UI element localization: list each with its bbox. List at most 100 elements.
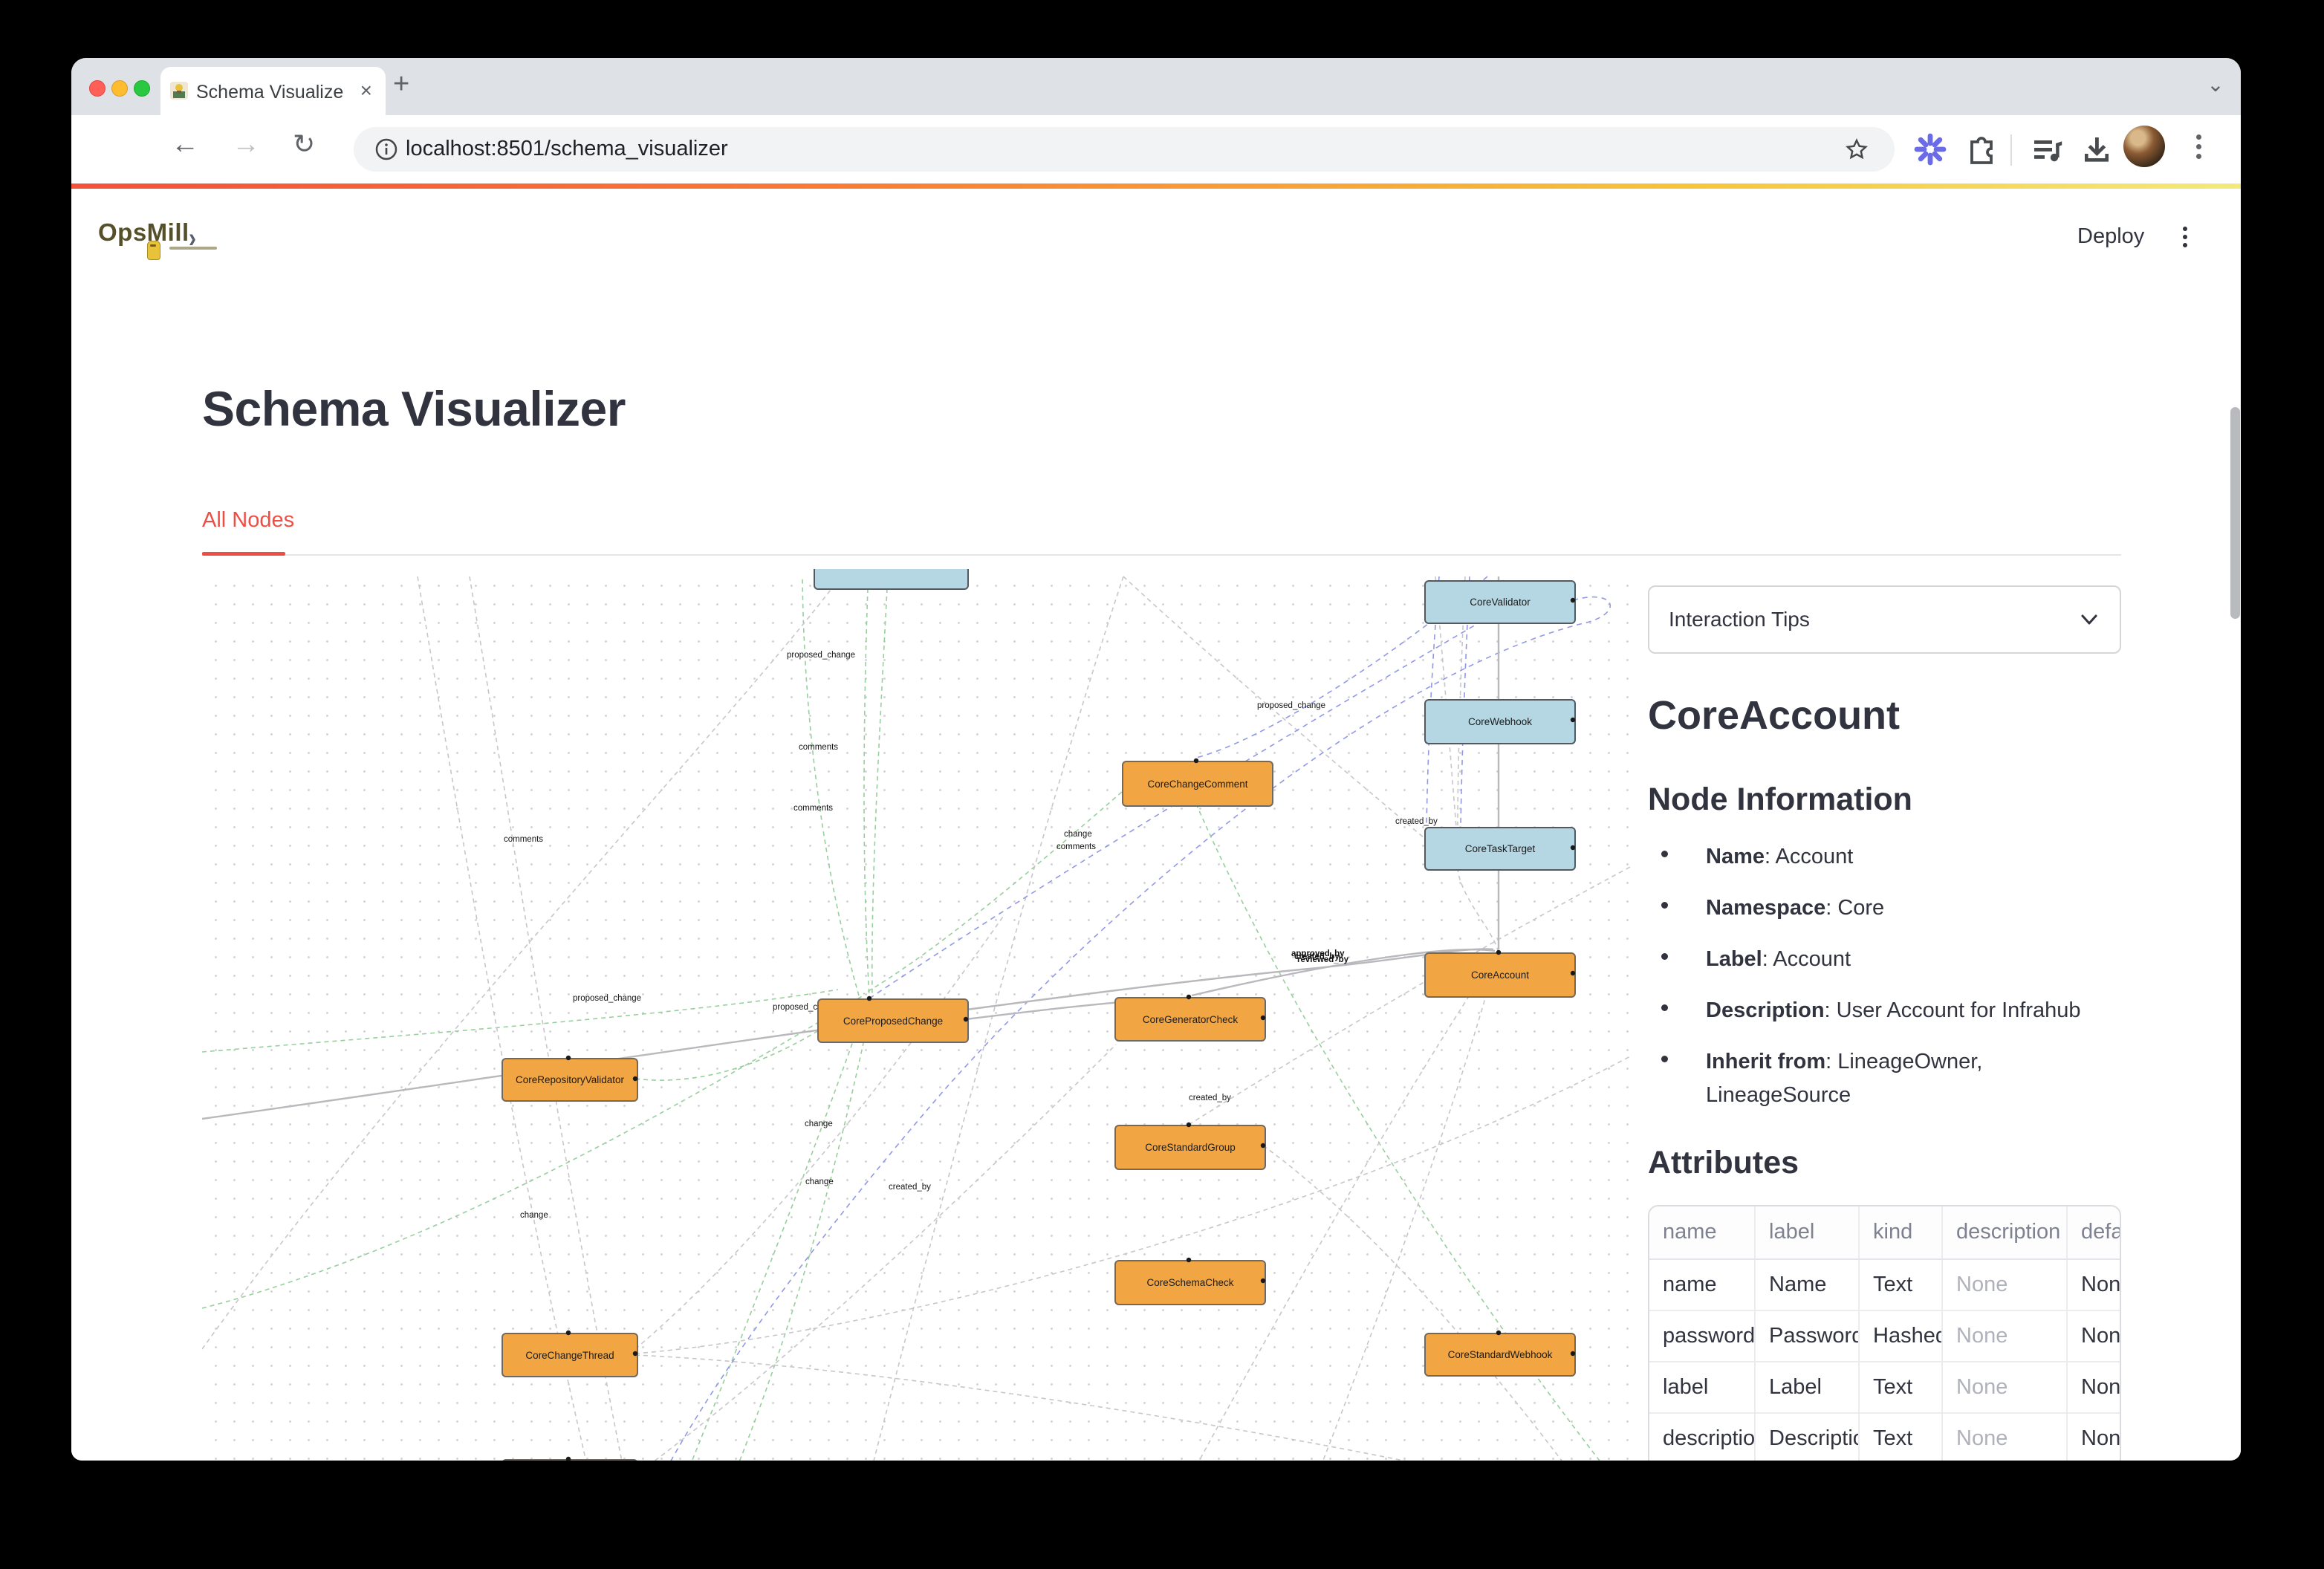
- edge-label-overlapping: reviewed_by: [1297, 955, 1348, 964]
- zoom-window-button[interactable]: [134, 80, 150, 97]
- tab-title: Schema Visualizer: [196, 82, 345, 103]
- graph-node-CoreGeneratorCheck[interactable]: CoreGeneratorCheck: [1114, 997, 1266, 1042]
- graph-node-CoreStandardWebhook[interactable]: CoreStandardWebhook: [1424, 1333, 1576, 1377]
- opsmill-mascot-icon: [147, 241, 160, 260]
- attr-cell-description[interactable]: None: [1942, 1413, 2067, 1461]
- browser-menu-kebab-icon[interactable]: [2195, 130, 2202, 169]
- graph-node-CoreStandardGroup[interactable]: CoreStandardGroup: [1114, 1125, 1266, 1170]
- attr-cell-label[interactable]: Name: [1755, 1259, 1859, 1310]
- graph-node-CoreWebhook[interactable]: CoreWebhook: [1424, 699, 1576, 744]
- extensions-puzzle-icon[interactable]: [1964, 131, 2000, 171]
- page-title: Schema Visualizer: [202, 380, 626, 437]
- opsmill-logo-text: OpsMill: [98, 218, 189, 246]
- graph-node-CoreChangeThread[interactable]: CoreChangeThread: [502, 1333, 638, 1377]
- download-icon[interactable]: [2079, 131, 2114, 171]
- url-text: localhost:8501/schema_visualizer: [406, 137, 728, 161]
- node-info-item: Label: Account: [1648, 943, 2121, 976]
- graph-node-CoreValidator[interactable]: CoreValidator: [1424, 580, 1576, 624]
- back-button[interactable]: ←: [171, 129, 199, 160]
- attr-cell-description[interactable]: None: [1942, 1259, 2067, 1310]
- attr-cell-default_value[interactable]: None: [2067, 1259, 2121, 1310]
- edge-label: comments: [504, 835, 543, 844]
- url-bar[interactable]: localhost:8501/schema_visualizer: [354, 127, 1895, 172]
- graph-node-partial[interactable]: [814, 569, 969, 590]
- node-information-list: Name: AccountNamespace: CoreLabel: Accou…: [1648, 840, 2121, 1112]
- graph-node-CoreAccount[interactable]: CoreAccount: [1424, 952, 1576, 998]
- graph-node-CoreChangeComment[interactable]: CoreChangeComment: [1122, 761, 1273, 807]
- graph-node-CoreRepositoryValidator[interactable]: CoreRepositoryValidator: [502, 1058, 638, 1102]
- extension-sparkle-icon[interactable]: [1912, 131, 1948, 171]
- bookmark-star-icon[interactable]: [1844, 137, 1869, 166]
- playlist-icon[interactable]: [2030, 131, 2065, 171]
- attr-cell-kind[interactable]: Text: [1859, 1413, 1942, 1461]
- chevron-down-icon: [2078, 611, 2100, 628]
- edge-label: change: [1064, 830, 1092, 839]
- attr-cell-default_value[interactable]: None: [2067, 1310, 2121, 1362]
- table-row: passwordPasswordHashedNoneNone: [1649, 1310, 2121, 1362]
- edge-label: change: [805, 1120, 833, 1128]
- tab-search-chevron-icon[interactable]: ⌄: [2201, 70, 2230, 100]
- attr-cell-label[interactable]: Description: [1755, 1413, 1859, 1461]
- edge-label: proposed_change: [1257, 701, 1325, 710]
- tabs-divider: [202, 554, 2121, 556]
- graph-node-CoreObjectThread[interactable]: CoreObjectThread: [502, 1459, 638, 1461]
- attr-column-header-default_value: default_value: [2067, 1206, 2121, 1259]
- browser-tab-strip: Schema Visualizer × + ⌄: [71, 58, 2241, 115]
- deploy-button[interactable]: Deploy: [2077, 224, 2144, 249]
- attr-cell-kind[interactable]: Hashed: [1859, 1310, 1942, 1362]
- reload-button[interactable]: ↻: [293, 129, 315, 160]
- profile-avatar[interactable]: [2123, 126, 2165, 167]
- attributes-table-container[interactable]: namelabelkinddescriptiondefault_value na…: [1648, 1205, 2121, 1461]
- attr-cell-name[interactable]: password: [1649, 1310, 1755, 1362]
- attr-cell-name[interactable]: label: [1649, 1362, 1755, 1413]
- edge-label: proposed_change: [787, 651, 855, 660]
- edge-label: comments: [799, 743, 838, 752]
- attr-cell-default_value[interactable]: None: [2067, 1413, 2121, 1461]
- table-row: nameNameTextNoneNone: [1649, 1259, 2121, 1310]
- edge-label: change: [520, 1211, 548, 1220]
- attr-cell-name[interactable]: description: [1649, 1413, 1755, 1461]
- browser-window: Schema Visualizer × + ⌄ ← → ↻ localhost:…: [71, 58, 2241, 1461]
- attr-cell-name[interactable]: name: [1649, 1259, 1755, 1310]
- edge-label: created_by: [1189, 1094, 1231, 1102]
- node-info-item: Inherit from: LineageOwner, LineageSourc…: [1648, 1045, 2121, 1112]
- browser-tab[interactable]: Schema Visualizer ×: [160, 67, 386, 115]
- schema-graph-canvas[interactable]: proposed_change comments comments comments c…: [202, 569, 1632, 1461]
- close-window-button[interactable]: [89, 80, 106, 97]
- attr-cell-description[interactable]: None: [1942, 1362, 2067, 1413]
- node-info-item: Namespace: Core: [1648, 891, 2121, 925]
- sidebar-expand-chevron-icon[interactable]: ›: [189, 223, 196, 255]
- graph-node-CoreTaskTarget[interactable]: CoreTaskTarget: [1424, 827, 1576, 871]
- interaction-tips-expander[interactable]: Interaction Tips: [1648, 585, 2121, 654]
- attr-column-header-label: label: [1755, 1206, 1859, 1259]
- screenshot-root: Schema Visualizer × + ⌄ ← → ↻ localhost:…: [0, 0, 2324, 1569]
- attr-cell-kind[interactable]: Text: [1859, 1362, 1942, 1413]
- page-scrollbar-thumb[interactable]: [2230, 407, 2240, 619]
- node-title: CoreAccount: [1648, 692, 2121, 738]
- browser-toolbar: ← → ↻ localhost:8501/schema_visualizer: [71, 115, 2241, 183]
- opsmill-logo: OpsMill: [98, 218, 224, 260]
- attr-cell-description[interactable]: None: [1942, 1310, 2067, 1362]
- tab-all-nodes[interactable]: All Nodes: [202, 508, 294, 533]
- attr-column-header-description: description: [1942, 1206, 2067, 1259]
- minimize-window-button[interactable]: [111, 80, 128, 97]
- tab-close-icon[interactable]: ×: [360, 79, 372, 103]
- attr-cell-kind[interactable]: Text: [1859, 1259, 1942, 1310]
- favicon: [170, 82, 188, 100]
- toolbar-separator: [2010, 134, 2012, 166]
- attr-column-header-kind: kind: [1859, 1206, 1942, 1259]
- details-panel: Interaction Tips CoreAccount Node Inform…: [1648, 569, 2121, 1461]
- attr-cell-label[interactable]: Password: [1755, 1310, 1859, 1362]
- edge-label: comments: [793, 804, 833, 813]
- forward-button[interactable]: →: [232, 129, 260, 160]
- new-tab-button[interactable]: +: [393, 68, 409, 100]
- attributes-table: namelabelkinddescriptiondefault_value na…: [1649, 1206, 2121, 1461]
- attr-cell-default_value[interactable]: None: [2067, 1362, 2121, 1413]
- site-info-icon[interactable]: [374, 137, 398, 165]
- attr-column-header-name: name: [1649, 1206, 1755, 1259]
- graph-node-CoreProposedChange[interactable]: CoreProposedChange: [817, 998, 969, 1043]
- tab-all-nodes-label: All Nodes: [202, 508, 294, 532]
- app-menu-kebab-icon[interactable]: [2181, 223, 2189, 253]
- attr-cell-label[interactable]: Label: [1755, 1362, 1859, 1413]
- graph-node-CoreSchemaCheck[interactable]: CoreSchemaCheck: [1114, 1260, 1266, 1305]
